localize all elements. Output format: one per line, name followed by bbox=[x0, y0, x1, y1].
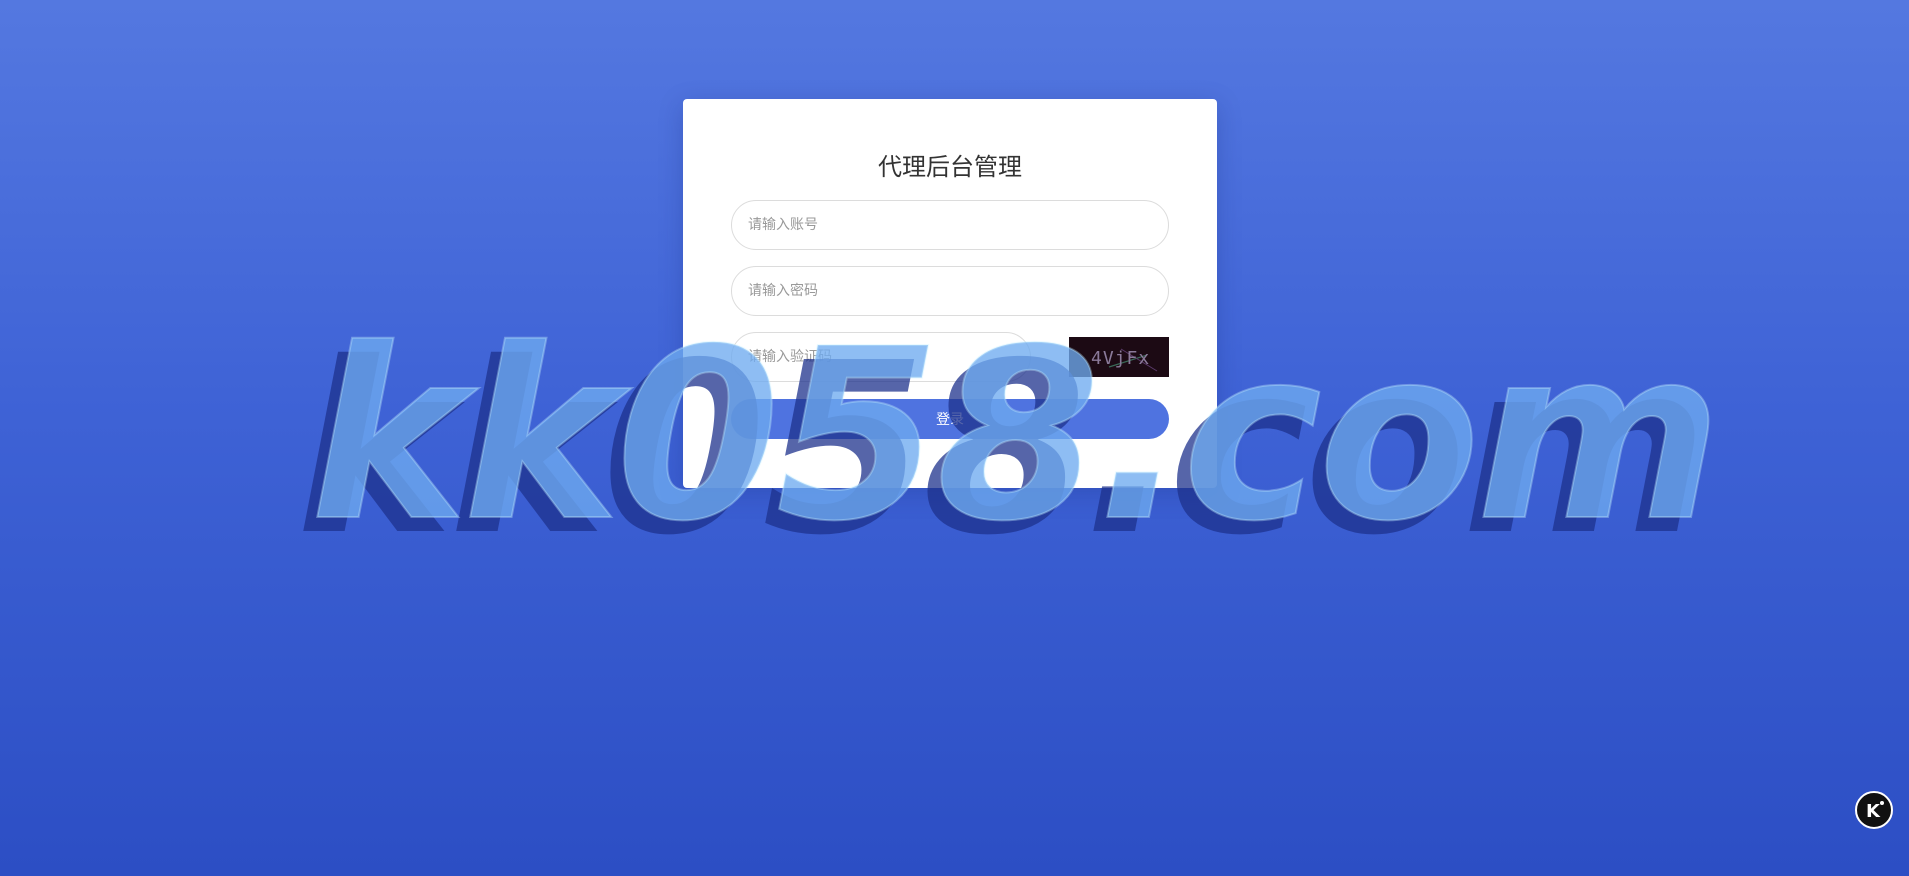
badge-letter: K bbox=[1866, 801, 1881, 822]
login-card: 代理后台管理 4VjFx 登录 bbox=[683, 99, 1217, 488]
page-title: 代理后台管理 bbox=[878, 153, 1022, 181]
captcha-text: 4VjFx bbox=[1091, 348, 1150, 369]
password-input[interactable] bbox=[731, 266, 1169, 316]
captcha-input[interactable] bbox=[731, 332, 1031, 382]
captcha-image[interactable]: 4VjFx bbox=[1069, 337, 1169, 377]
login-button[interactable]: 登录 bbox=[731, 399, 1169, 439]
k-logo-icon[interactable]: K bbox=[1855, 791, 1893, 829]
username-input[interactable] bbox=[731, 200, 1169, 250]
